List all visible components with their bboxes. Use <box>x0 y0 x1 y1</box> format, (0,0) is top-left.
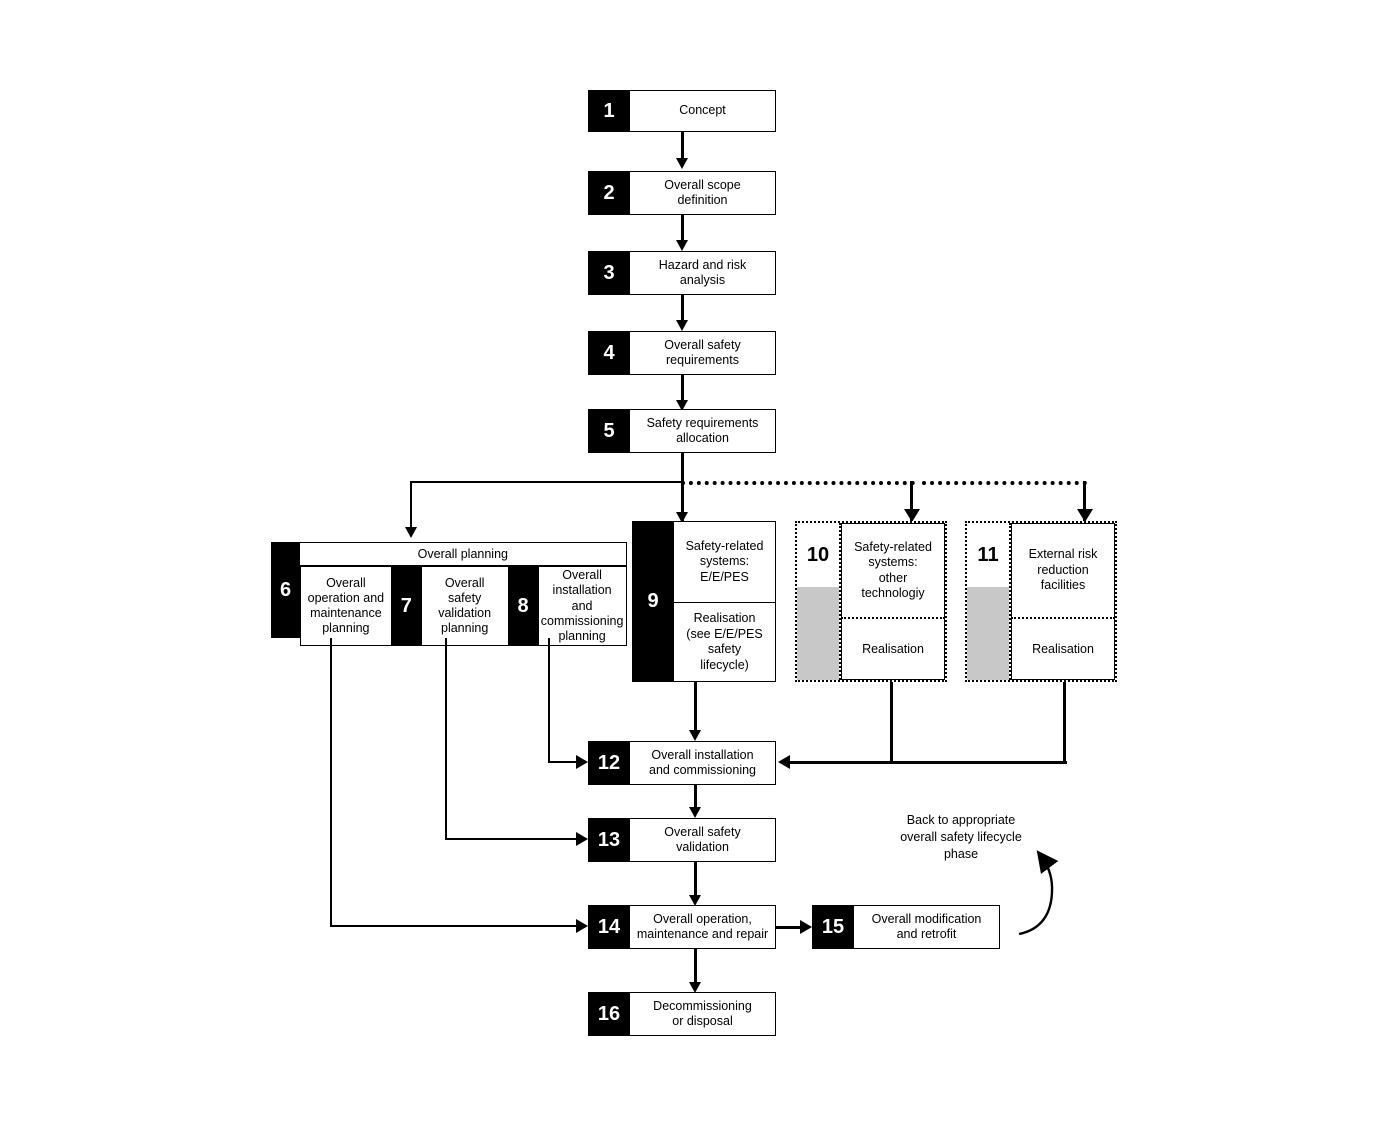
phase-number-10: 10 <box>797 523 839 587</box>
phase-box-10: 10 Safety-related systems: other technol… <box>795 521 947 682</box>
phase-number-4: 4 <box>588 331 630 375</box>
connector-7-into-13 <box>445 838 582 840</box>
phase-label-2: Overall scope definition <box>630 171 776 215</box>
overall-planning-group: 6 Overall planning Overall operation and… <box>271 542 627 647</box>
phase-box-4: 4 Overall safety requirements <box>588 331 776 375</box>
phase-number-14: 14 <box>588 905 630 949</box>
arrowhead-6-into-14 <box>576 919 588 933</box>
phase-number-13: 13 <box>588 818 630 862</box>
phase-number-5: 5 <box>588 409 630 453</box>
connector-6-into-14 <box>330 925 582 927</box>
phase-box-14: 14 Overall operation, maintenance and re… <box>588 905 776 949</box>
arrowhead-8-into-12 <box>576 755 588 769</box>
phase-label-9: Safety-related systems: E/E/PES <box>674 521 776 603</box>
phase-number-15: 15 <box>812 905 854 949</box>
phase-label-11: External risk reduction facilities <box>1011 523 1115 619</box>
phase-label-14: Overall operation, maintenance and repai… <box>630 905 776 949</box>
connector-11-drop <box>1063 682 1067 764</box>
phase-box-16: 16 Decommissioning or disposal <box>588 992 776 1036</box>
connector-1-to-2 <box>681 132 684 160</box>
connector-14-to-16 <box>694 949 697 986</box>
phase-9-stack: Safety-related systems: E/E/PES Realisat… <box>674 521 776 682</box>
bus-left-horizontal <box>410 481 682 483</box>
arrowhead-1-to-2 <box>676 158 688 169</box>
connector-2-to-3 <box>681 215 684 243</box>
phase-label-10: Safety-related systems: other technologi… <box>841 523 945 619</box>
phase-label-15: Overall modification and retrofit <box>854 905 1000 949</box>
arrowhead-9-to-12 <box>689 730 701 741</box>
connector-right-into-12 <box>790 761 1067 765</box>
phase-number-11: 11 <box>967 523 1009 587</box>
phase-10-grey-block <box>797 587 839 680</box>
phase-box-15: 15 Overall modification and retrofit <box>812 905 1000 949</box>
phase-11-realisation: Realisation <box>1011 619 1115 680</box>
arrowhead-3-to-4 <box>676 320 688 331</box>
phase-number-2: 2 <box>588 171 630 215</box>
arrowhead-right-into-12 <box>778 755 790 769</box>
phase-label-8: Overall installation and commissioning p… <box>537 566 627 647</box>
connector-10-drop <box>890 682 894 764</box>
phase-label-5: Safety requirements allocation <box>630 409 776 453</box>
arrowhead-12-to-13 <box>689 807 701 818</box>
overall-planning-row: Overall operation and maintenance planni… <box>300 566 627 647</box>
phase-label-12: Overall installation and commissioning <box>630 741 776 785</box>
phase-number-8: 8 <box>508 566 538 647</box>
phase-box-9: 9 Safety-related systems: E/E/PES Realis… <box>632 521 776 682</box>
phase-box-1: 1 Concept <box>588 90 776 132</box>
phase-number-12: 12 <box>588 741 630 785</box>
connector-7-drop <box>445 638 447 839</box>
phase-10-stack: Safety-related systems: other technologi… <box>841 523 945 680</box>
bus-dotted-to-10 <box>681 481 915 485</box>
connector-13-to-14 <box>694 862 697 899</box>
phase-box-12: 12 Overall installation and commissionin… <box>588 741 776 785</box>
phase-number-6: 6 <box>271 542 300 638</box>
overall-planning-header: Overall planning <box>300 542 627 566</box>
arrowhead-7-into-13 <box>576 832 588 846</box>
phase-label-13: Overall safety validation <box>630 818 776 862</box>
safety-lifecycle-diagram: 1 Concept 2 Overall scope definition 3 H… <box>0 0 1390 1135</box>
phase-label-7: Overall safety validation planning <box>420 566 509 647</box>
phase-11-tab-column: 11 <box>967 523 1011 680</box>
phase-label-16: Decommissioning or disposal <box>630 992 776 1036</box>
overall-planning-right: Overall planning Overall operation and m… <box>300 542 627 647</box>
phase-number-1: 1 <box>588 90 630 132</box>
phase-number-7: 7 <box>391 566 421 647</box>
phase-9-realisation: Realisation (see E/E/PES safety lifecycl… <box>674 603 776 682</box>
phase-11-grey-block <box>967 587 1009 680</box>
phase-number-3: 3 <box>588 251 630 295</box>
phase-label-6: Overall operation and maintenance planni… <box>300 566 392 647</box>
bus-dotted-to-11 <box>922 481 1087 485</box>
phase-box-11: 11 External risk reduction facilities Re… <box>965 521 1117 682</box>
phase-number-16: 16 <box>588 992 630 1036</box>
connector-8-drop <box>548 638 550 763</box>
phase-11-stack: External risk reduction facilities Reali… <box>1011 523 1115 680</box>
phase-10-realisation: Realisation <box>841 619 945 680</box>
phase-number-9: 9 <box>632 521 674 682</box>
connector-9-to-12 <box>694 682 697 734</box>
phase-10-tab-column: 10 <box>797 523 841 680</box>
phase-box-5: 5 Safety requirements allocation <box>588 409 776 453</box>
arrowhead-5-to-6 <box>405 527 417 538</box>
phase-box-3: 3 Hazard and risk analysis <box>588 251 776 295</box>
return-curve-arrow <box>1018 850 1059 936</box>
phase-label-4: Overall safety requirements <box>630 331 776 375</box>
arrowhead-14-to-15 <box>800 920 812 934</box>
phase-box-2: 2 Overall scope definition <box>588 171 776 215</box>
phase-box-13: 13 Overall safety validation <box>588 818 776 862</box>
phase-label-3: Hazard and risk analysis <box>630 251 776 295</box>
arrowhead-2-to-3 <box>676 240 688 251</box>
phase-label-1: Concept <box>630 90 776 132</box>
connector-6-drop <box>330 638 332 926</box>
